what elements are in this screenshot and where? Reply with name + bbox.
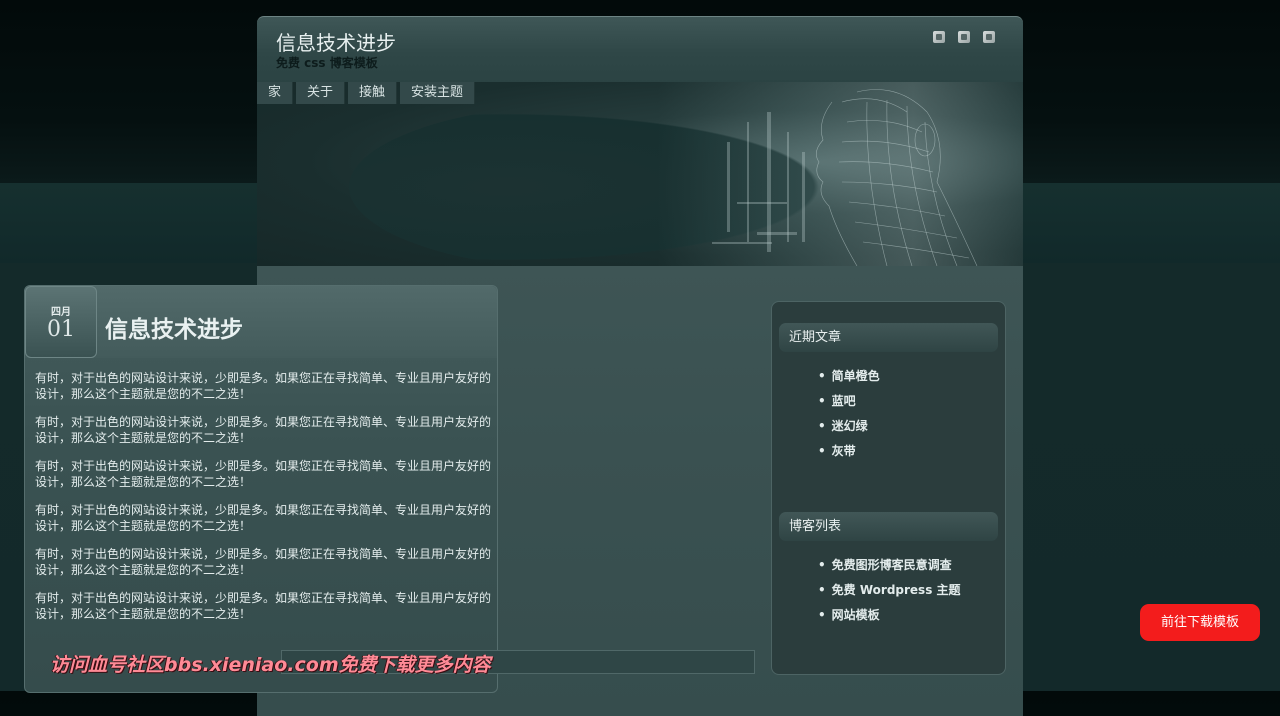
post-body: 有时，对于出色的网站设计来说，少即是多。如果您正在寻找简单、专业且用户友好的设计… xyxy=(35,370,493,634)
mail-icon[interactable] xyxy=(983,31,995,43)
post-paragraph: 有时，对于出色的网站设计来说，少即是多。如果您正在寻找简单、专业且用户友好的设计… xyxy=(35,547,492,577)
recent-post-link[interactable]: 灰带 xyxy=(818,439,880,464)
header-icons xyxy=(933,31,995,43)
site-title[interactable]: 信息技术进步 xyxy=(276,27,396,56)
post-paragraph: 有时，对于出色的网站设计来说，少即是多。如果您正在寻找简单、专业且用户友好的设计… xyxy=(35,459,492,489)
recent-posts-title: 近期文章 xyxy=(779,323,998,352)
post-date-box: 四月 01 xyxy=(25,286,97,358)
rss-icon[interactable] xyxy=(958,31,970,43)
main-nav: 家 关于 接触 安装主题 xyxy=(257,82,476,104)
post-date-day: 01 xyxy=(47,317,75,342)
site-subtitle: 免费 css 博客模板 xyxy=(276,56,378,70)
post-title[interactable]: 信息技术进步 xyxy=(105,310,243,344)
recent-post-link[interactable]: 简单橙色 xyxy=(818,364,880,389)
header-banner-image xyxy=(257,82,1023,266)
site-header: 信息技术进步 免费 css 博客模板 xyxy=(257,16,1023,83)
post-paragraph: 有时，对于出色的网站设计来说，少即是多。如果您正在寻找简单、专业且用户友好的设计… xyxy=(35,415,492,445)
wireframe-head-illustration xyxy=(712,89,978,266)
watermark-text: 访问血号社区bbs.xieniao.com免费下载更多内容 xyxy=(50,654,491,676)
blogroll-list: 免费图形博客民意调查 免费 Wordpress 主题 网站模板 xyxy=(818,553,961,628)
recent-post-link[interactable]: 蓝吧 xyxy=(818,389,880,414)
post-paragraph: 有时，对于出色的网站设计来说，少即是多。如果您正在寻找简单、专业且用户友好的设计… xyxy=(35,503,492,533)
blogroll-link[interactable]: 免费图形博客民意调查 xyxy=(818,553,961,578)
post-paragraph: 有时，对于出色的网站设计来说，少即是多。如果您正在寻找简单、专业且用户友好的设计… xyxy=(35,591,492,621)
post-date-month: 四月 xyxy=(51,307,71,318)
nav-about[interactable]: 关于 xyxy=(296,82,346,104)
nav-home[interactable]: 家 xyxy=(257,82,294,104)
blogroll-title: 博客列表 xyxy=(779,512,998,541)
post-paragraph: 有时，对于出色的网站设计来说，少即是多。如果您正在寻找简单、专业且用户友好的设计… xyxy=(35,371,492,401)
download-template-button[interactable]: 前往下载模板 xyxy=(1140,604,1260,641)
sidebar: 近期文章 简单橙色 蓝吧 迷幻绿 灰带 博客列表 免费图形博客民意调查 免费 W… xyxy=(771,301,1006,675)
blog-post: 四月 01 信息技术进步 有时，对于出色的网站设计来说，少即是多。如果您正在寻找… xyxy=(24,285,498,693)
nav-contact[interactable]: 接触 xyxy=(348,82,398,104)
recent-posts-list: 简单橙色 蓝吧 迷幻绿 灰带 xyxy=(818,364,880,464)
recent-post-link[interactable]: 迷幻绿 xyxy=(818,414,880,439)
blogroll-link[interactable]: 网站模板 xyxy=(818,603,961,628)
blogroll-link[interactable]: 免费 Wordpress 主题 xyxy=(818,578,961,603)
nav-install-theme[interactable]: 安装主题 xyxy=(400,82,476,104)
bookmark-icon[interactable] xyxy=(933,31,945,43)
